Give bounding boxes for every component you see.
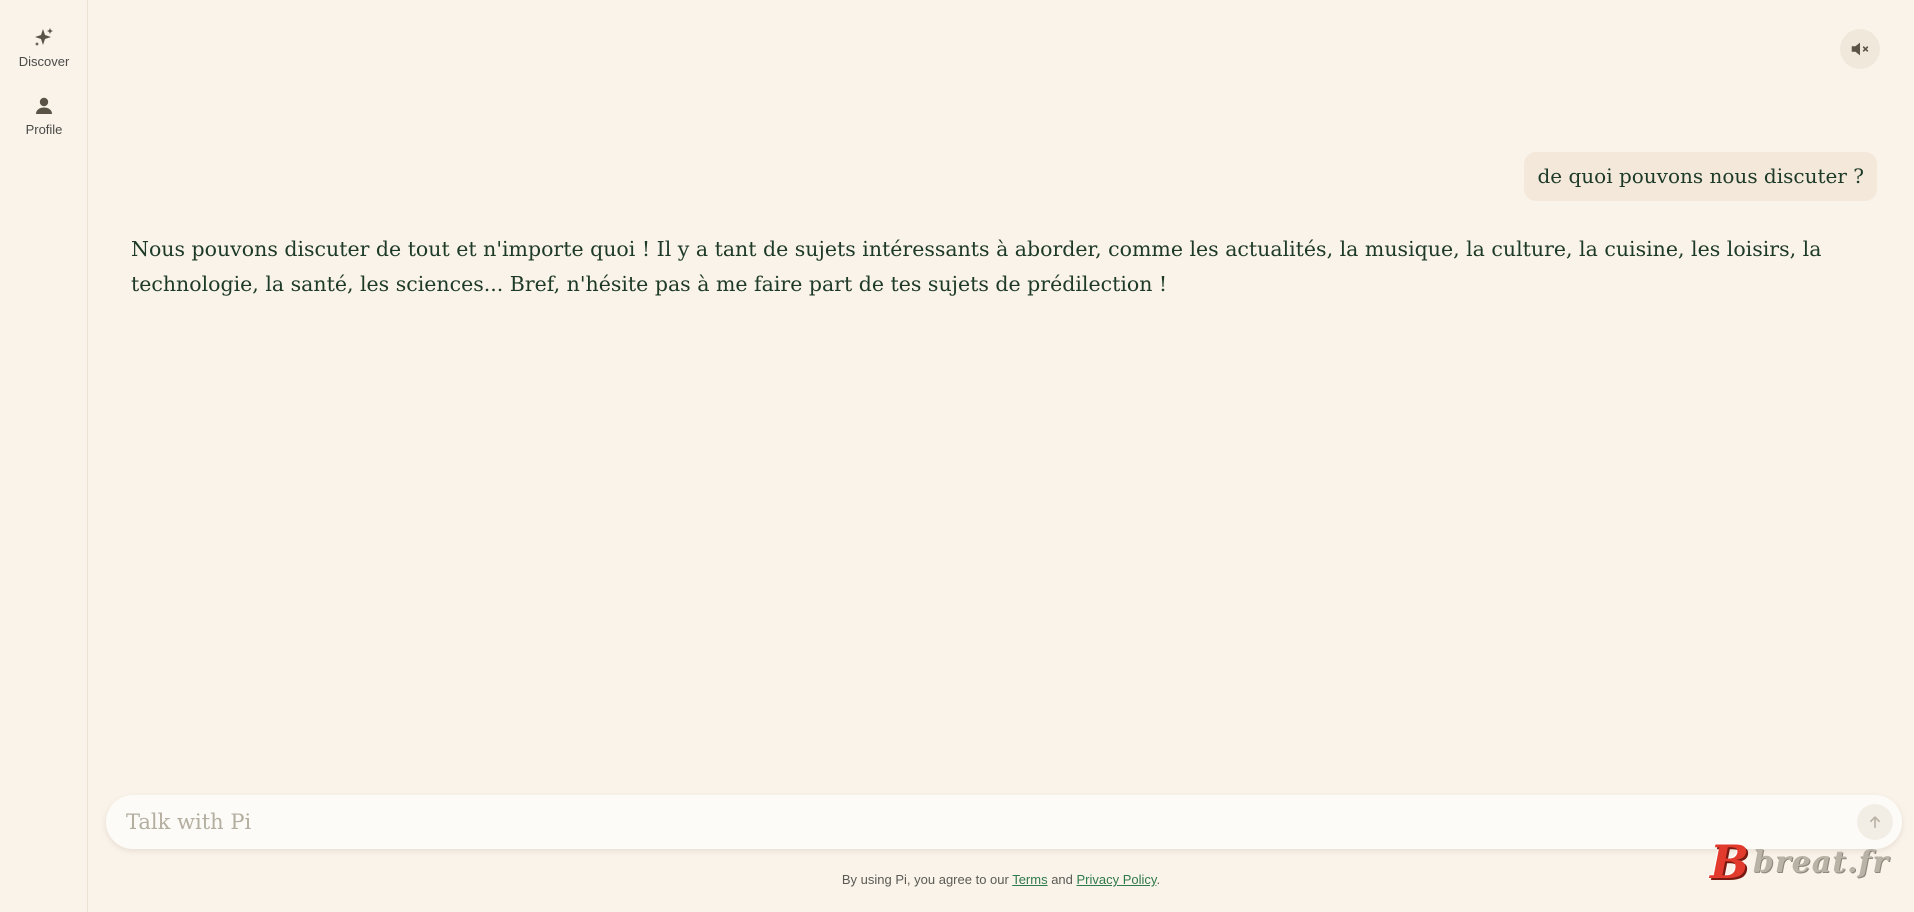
chat-input[interactable] (106, 795, 1857, 849)
watermark-text: breat.fr (1752, 844, 1890, 880)
watermark-logo: B breat.fr (1710, 832, 1910, 892)
sidebar: Discover Profile (0, 0, 88, 912)
speaker-muted-icon (1851, 42, 1869, 56)
footer-and: and (1047, 872, 1077, 887)
terms-link[interactable]: Terms (1012, 872, 1047, 887)
sparkle-icon (35, 28, 53, 46)
sidebar-item-discover[interactable]: Discover (0, 26, 88, 69)
mute-toggle-button[interactable] (1840, 29, 1880, 69)
footer-prefix: By using Pi, you agree to our (841, 872, 1013, 887)
composer (106, 795, 1902, 849)
sidebar-item-label: Profile (25, 122, 63, 137)
footer-suffix: . (1156, 872, 1161, 887)
sidebar-item-profile[interactable]: Profile (0, 94, 88, 137)
user-message-bubble: de quoi pouvons nous discuter ? (1524, 152, 1877, 201)
arrow-up-icon (1870, 816, 1880, 829)
privacy-policy-link[interactable]: Privacy Policy (1077, 872, 1157, 887)
ai-message: Nous pouvons discuter de tout et n'impor… (131, 237, 1822, 296)
app-window: Discover Profile de quoi pouvons nous di… (0, 0, 1914, 912)
sidebar-item-label: Discover (18, 54, 70, 69)
watermark-letter: B (1710, 835, 1749, 889)
user-icon (36, 97, 52, 114)
legal-footer: By using Pi, you agree to our Terms and … (88, 872, 1914, 887)
